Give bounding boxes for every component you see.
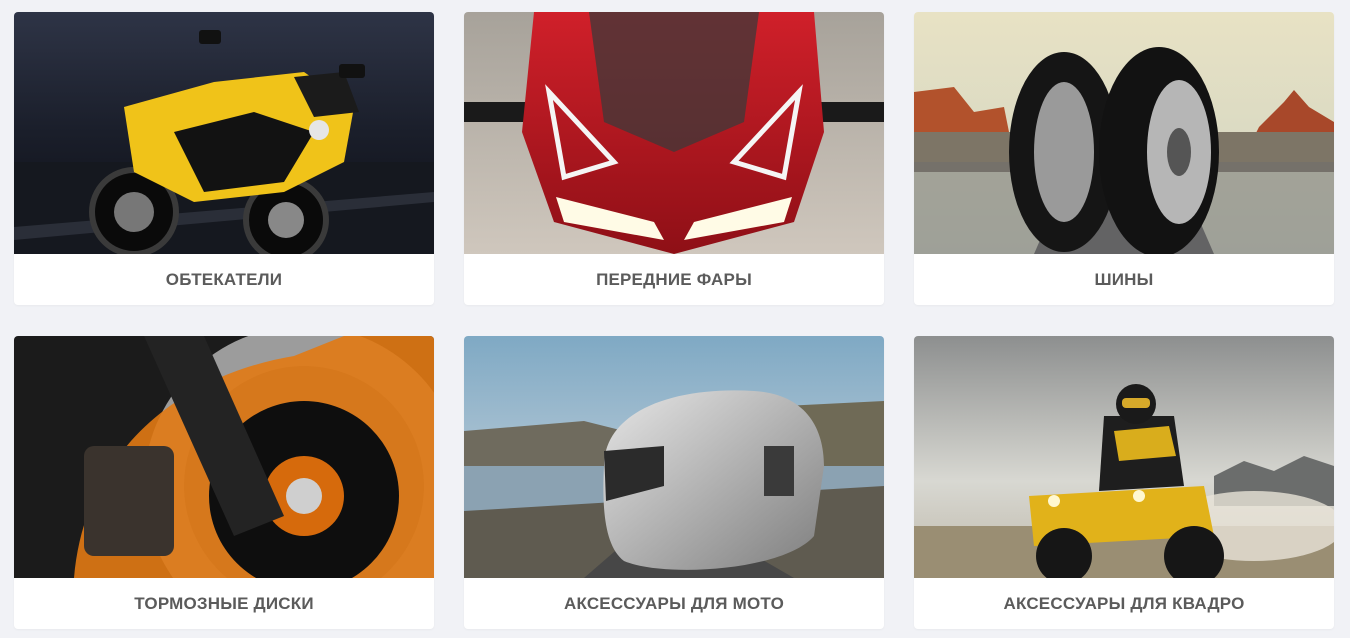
- red-motorcycle-headlight-image-art: [464, 12, 884, 254]
- category-label[interactable]: ПЕРЕДНИЕ ФАРЫ: [464, 254, 884, 305]
- motorcycle-helmet-image-art: [464, 336, 884, 578]
- category-card-moto-accessories[interactable]: АКСЕССУАРЫ ДЛЯ МОТО: [464, 336, 884, 629]
- quad-bike-rider-image[interactable]: [914, 336, 1334, 578]
- category-label[interactable]: АКСЕССУАРЫ ДЛЯ КВАДРО: [914, 578, 1334, 629]
- category-grid: ОБТЕКАТЕЛИ ПЕРЕДНИЕ ФАРЫ ШИНЫ ТОРМОЗНЫЕ …: [0, 0, 1350, 638]
- yellow-sport-motorcycle-image-art: [14, 12, 434, 254]
- brake-disc-image-art: [14, 336, 434, 578]
- category-card-headlights[interactable]: ПЕРЕДНИЕ ФАРЫ: [464, 12, 884, 305]
- brake-disc-image[interactable]: [14, 336, 434, 578]
- red-motorcycle-headlight-image[interactable]: [464, 12, 884, 254]
- category-card-tires[interactable]: ШИНЫ: [914, 12, 1334, 305]
- category-label[interactable]: ОБТЕКАТЕЛИ: [14, 254, 434, 305]
- motorcycle-tires-image-art: [914, 12, 1334, 254]
- category-label[interactable]: АКСЕССУАРЫ ДЛЯ МОТО: [464, 578, 884, 629]
- motorcycle-tires-image[interactable]: [914, 12, 1334, 254]
- category-card-fairings[interactable]: ОБТЕКАТЕЛИ: [14, 12, 434, 305]
- quad-bike-rider-image-art: [914, 336, 1334, 578]
- category-label[interactable]: ШИНЫ: [914, 254, 1334, 305]
- yellow-sport-motorcycle-image[interactable]: [14, 12, 434, 254]
- motorcycle-helmet-image[interactable]: [464, 336, 884, 578]
- category-card-brake-discs[interactable]: ТОРМОЗНЫЕ ДИСКИ: [14, 336, 434, 629]
- category-label[interactable]: ТОРМОЗНЫЕ ДИСКИ: [14, 578, 434, 629]
- category-card-quad-accessories[interactable]: АКСЕССУАРЫ ДЛЯ КВАДРО: [914, 336, 1334, 629]
